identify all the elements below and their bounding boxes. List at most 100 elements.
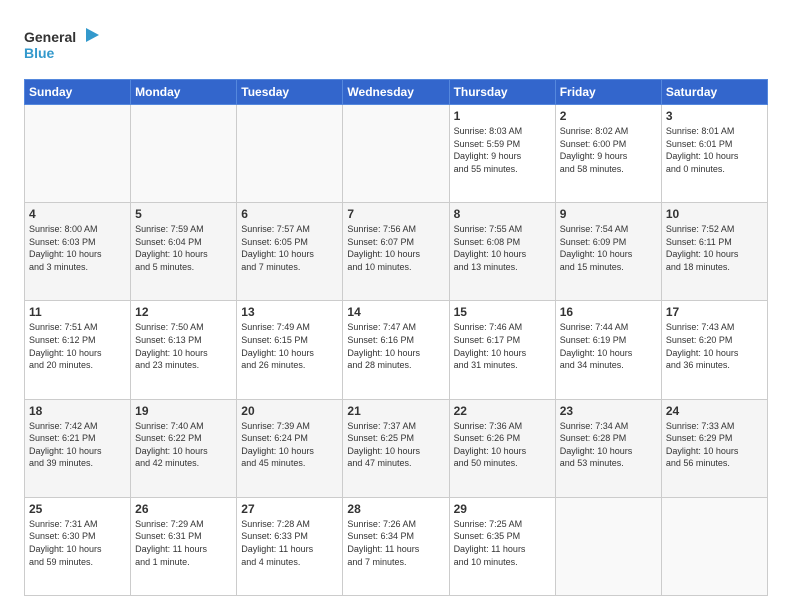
day-number: 23 [560, 404, 657, 418]
day-info: Sunrise: 8:03 AM Sunset: 5:59 PM Dayligh… [454, 125, 551, 175]
calendar-cell [131, 105, 237, 203]
calendar-cell: 5 Sunrise: 7:59 AM Sunset: 6:04 PM Daylig… [131, 203, 237, 301]
calendar-cell: 8 Sunrise: 7:55 AM Sunset: 6:08 PM Daylig… [449, 203, 555, 301]
calendar-cell: 28Sunrise: 7:26 AM Sunset: 6:34 PM Dayli… [343, 497, 449, 595]
day-info: Sunrise: 7:33 AM Sunset: 6:29 PM Dayligh… [666, 420, 763, 470]
week-row-1: 1 Sunrise: 8:03 AM Sunset: 5:59 PM Daylig… [25, 105, 768, 203]
day-info: Sunrise: 7:55 AM Sunset: 6:08 PM Dayligh… [454, 223, 551, 273]
svg-text:Blue: Blue [24, 45, 55, 61]
day-number: 24 [666, 404, 763, 418]
day-number: 2 [560, 109, 657, 123]
calendar-cell [25, 105, 131, 203]
day-info: Sunrise: 7:29 AM Sunset: 6:31 PM Dayligh… [135, 518, 232, 568]
calendar-table: SundayMondayTuesdayWednesdayThursdayFrid… [24, 79, 768, 596]
calendar-cell: 6 Sunrise: 7:57 AM Sunset: 6:05 PM Daylig… [237, 203, 343, 301]
day-number: 21 [347, 404, 444, 418]
weekday-header-row: SundayMondayTuesdayWednesdayThursdayFrid… [25, 80, 768, 105]
calendar-cell: 25 Sunrise: 7:31 AM Sunset: 6:30 PM Dayli… [25, 497, 131, 595]
day-info: Sunrise: 7:50 AM Sunset: 6:13 PM Dayligh… [135, 321, 232, 371]
calendar-cell: 19Sunrise: 7:40 AM Sunset: 6:22 PM Dayli… [131, 399, 237, 497]
calendar-cell: 18 Sunrise: 7:42 AM Sunset: 6:21 PM Dayli… [25, 399, 131, 497]
calendar-cell: 9 Sunrise: 7:54 AM Sunset: 6:09 PM Daylig… [555, 203, 661, 301]
day-info: Sunrise: 7:47 AM Sunset: 6:16 PM Dayligh… [347, 321, 444, 371]
day-info: Sunrise: 7:36 AM Sunset: 6:26 PM Dayligh… [454, 420, 551, 470]
calendar-cell: 13Sunrise: 7:49 AM Sunset: 6:15 PM Dayli… [237, 301, 343, 399]
calendar-cell: 2 Sunrise: 8:02 AM Sunset: 6:00 PM Daylig… [555, 105, 661, 203]
day-number: 15 [454, 305, 551, 319]
day-number: 7 [347, 207, 444, 221]
day-info: Sunrise: 7:26 AM Sunset: 6:34 PM Dayligh… [347, 518, 444, 568]
page: General Blue SundayMondayTuesdayWednesda… [0, 0, 792, 612]
day-info: Sunrise: 7:31 AM Sunset: 6:30 PM Dayligh… [29, 518, 126, 568]
day-info: Sunrise: 7:46 AM Sunset: 6:17 PM Dayligh… [454, 321, 551, 371]
week-row-3: 11Sunrise: 7:51 AM Sunset: 6:12 PM Dayli… [25, 301, 768, 399]
day-info: Sunrise: 7:28 AM Sunset: 6:33 PM Dayligh… [241, 518, 338, 568]
calendar-cell: 7Sunrise: 7:56 AM Sunset: 6:07 PM Daylig… [343, 203, 449, 301]
day-number: 12 [135, 305, 232, 319]
calendar-cell: 22 Sunrise: 7:36 AM Sunset: 6:26 PM Dayli… [449, 399, 555, 497]
day-number: 13 [241, 305, 338, 319]
calendar-cell: 11Sunrise: 7:51 AM Sunset: 6:12 PM Dayli… [25, 301, 131, 399]
day-number: 5 [135, 207, 232, 221]
calendar-cell: 24 Sunrise: 7:33 AM Sunset: 6:29 PM Dayli… [661, 399, 767, 497]
day-number: 6 [241, 207, 338, 221]
calendar-cell: 16 Sunrise: 7:44 AM Sunset: 6:19 PM Dayli… [555, 301, 661, 399]
day-number: 14 [347, 305, 444, 319]
header: General Blue [24, 20, 768, 69]
day-number: 10 [666, 207, 763, 221]
day-info: Sunrise: 8:01 AM Sunset: 6:01 PM Dayligh… [666, 125, 763, 175]
logo: General Blue [24, 20, 104, 69]
day-info: Sunrise: 7:25 AM Sunset: 6:35 PM Dayligh… [454, 518, 551, 568]
calendar-cell: 14 Sunrise: 7:47 AM Sunset: 6:16 PM Dayli… [343, 301, 449, 399]
calendar-cell [343, 105, 449, 203]
day-number: 9 [560, 207, 657, 221]
day-info: Sunrise: 7:54 AM Sunset: 6:09 PM Dayligh… [560, 223, 657, 273]
day-number: 8 [454, 207, 551, 221]
weekday-header-sunday: Sunday [25, 80, 131, 105]
weekday-header-friday: Friday [555, 80, 661, 105]
weekday-header-wednesday: Wednesday [343, 80, 449, 105]
calendar-cell: 3 Sunrise: 8:01 AM Sunset: 6:01 PM Daylig… [661, 105, 767, 203]
weekday-header-thursday: Thursday [449, 80, 555, 105]
day-info: Sunrise: 7:43 AM Sunset: 6:20 PM Dayligh… [666, 321, 763, 371]
calendar-cell [661, 497, 767, 595]
day-number: 18 [29, 404, 126, 418]
calendar-cell: 1 Sunrise: 8:03 AM Sunset: 5:59 PM Daylig… [449, 105, 555, 203]
day-info: Sunrise: 7:34 AM Sunset: 6:28 PM Dayligh… [560, 420, 657, 470]
calendar-cell: 4Sunrise: 8:00 AM Sunset: 6:03 PM Daylig… [25, 203, 131, 301]
day-info: Sunrise: 7:52 AM Sunset: 6:11 PM Dayligh… [666, 223, 763, 273]
day-info: Sunrise: 7:57 AM Sunset: 6:05 PM Dayligh… [241, 223, 338, 273]
calendar-cell: 20 Sunrise: 7:39 AM Sunset: 6:24 PM Dayli… [237, 399, 343, 497]
calendar-cell: 21 Sunrise: 7:37 AM Sunset: 6:25 PM Dayli… [343, 399, 449, 497]
svg-text:General: General [24, 29, 76, 45]
day-info: Sunrise: 7:37 AM Sunset: 6:25 PM Dayligh… [347, 420, 444, 470]
day-info: Sunrise: 7:39 AM Sunset: 6:24 PM Dayligh… [241, 420, 338, 470]
day-number: 3 [666, 109, 763, 123]
day-number: 20 [241, 404, 338, 418]
calendar-cell [555, 497, 661, 595]
day-number: 29 [454, 502, 551, 516]
logo-content: General Blue [24, 20, 104, 69]
week-row-4: 18 Sunrise: 7:42 AM Sunset: 6:21 PM Dayli… [25, 399, 768, 497]
week-row-2: 4Sunrise: 8:00 AM Sunset: 6:03 PM Daylig… [25, 203, 768, 301]
week-row-5: 25 Sunrise: 7:31 AM Sunset: 6:30 PM Dayli… [25, 497, 768, 595]
day-info: Sunrise: 7:42 AM Sunset: 6:21 PM Dayligh… [29, 420, 126, 470]
day-number: 11 [29, 305, 126, 319]
day-info: Sunrise: 8:00 AM Sunset: 6:03 PM Dayligh… [29, 223, 126, 273]
weekday-header-tuesday: Tuesday [237, 80, 343, 105]
weekday-header-saturday: Saturday [661, 80, 767, 105]
day-number: 16 [560, 305, 657, 319]
calendar-cell: 26Sunrise: 7:29 AM Sunset: 6:31 PM Dayli… [131, 497, 237, 595]
day-info: Sunrise: 7:59 AM Sunset: 6:04 PM Dayligh… [135, 223, 232, 273]
calendar-cell: 27Sunrise: 7:28 AM Sunset: 6:33 PM Dayli… [237, 497, 343, 595]
day-number: 25 [29, 502, 126, 516]
weekday-header-monday: Monday [131, 80, 237, 105]
day-number: 1 [454, 109, 551, 123]
day-info: Sunrise: 7:44 AM Sunset: 6:19 PM Dayligh… [560, 321, 657, 371]
calendar-cell: 15 Sunrise: 7:46 AM Sunset: 6:17 PM Dayli… [449, 301, 555, 399]
day-number: 22 [454, 404, 551, 418]
day-info: Sunrise: 7:40 AM Sunset: 6:22 PM Dayligh… [135, 420, 232, 470]
calendar-cell: 12 Sunrise: 7:50 AM Sunset: 6:13 PM Dayli… [131, 301, 237, 399]
day-info: Sunrise: 8:02 AM Sunset: 6:00 PM Dayligh… [560, 125, 657, 175]
calendar-cell: 29 Sunrise: 7:25 AM Sunset: 6:35 PM Dayli… [449, 497, 555, 595]
